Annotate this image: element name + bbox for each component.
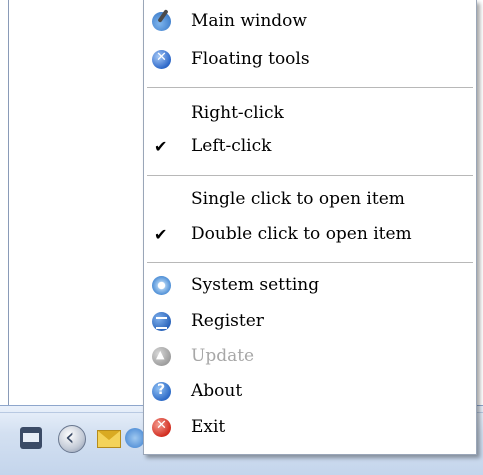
update-icon: [152, 347, 171, 366]
menu-item-left-click[interactable]: ✔ Left-click: [144, 131, 476, 161]
menu-item-label: Floating tools: [191, 49, 310, 69]
window-frame-left: [0, 0, 9, 405]
menu-item-label: System setting: [191, 275, 320, 295]
keyboard-icon[interactable]: [20, 427, 42, 449]
menu-item-register[interactable]: Register: [144, 306, 476, 336]
exit-icon: [152, 418, 171, 437]
menu-item-about[interactable]: About: [144, 376, 476, 406]
checkmark-icon: ✔: [154, 225, 168, 244]
tray-app-icon[interactable]: [125, 428, 145, 448]
floating-tools-icon: [152, 50, 171, 69]
menu-separator: [147, 87, 473, 89]
menu-item-label: Main window: [191, 11, 307, 31]
menu-item-double-click[interactable]: ✔ Double click to open item: [144, 219, 476, 249]
checkmark-icon: ✔: [154, 137, 168, 156]
register-icon: [152, 312, 171, 331]
menu-item-main-window[interactable]: Main window: [144, 6, 476, 36]
menu-item-exit[interactable]: Exit: [144, 412, 476, 442]
menu-item-label: Left-click: [191, 136, 272, 156]
menu-item-right-click[interactable]: Right-click: [144, 98, 476, 128]
menu-item-label: About: [191, 381, 243, 401]
menu-item-system-setting[interactable]: System setting: [144, 270, 476, 300]
menu-item-single-click[interactable]: Single click to open item: [144, 184, 476, 214]
menu-item-label: Single click to open item: [191, 189, 405, 209]
menu-item-label: Exit: [191, 417, 226, 437]
context-menu: Main window Floating tools Right-click ✔…: [143, 0, 477, 455]
main-window-icon: [152, 12, 171, 31]
menu-item-label: Update: [191, 346, 255, 366]
back-icon[interactable]: [58, 423, 86, 453]
menu-separator: [147, 262, 473, 264]
system-setting-icon: [152, 276, 171, 295]
menu-item-label: Right-click: [191, 103, 284, 123]
mail-icon[interactable]: [97, 430, 121, 448]
about-icon: [152, 382, 171, 401]
menu-item-label: Double click to open item: [191, 224, 412, 244]
menu-separator: [147, 175, 473, 177]
menu-item-label: Register: [191, 311, 264, 331]
menu-item-floating-tools[interactable]: Floating tools: [144, 44, 476, 74]
menu-item-update: Update: [144, 341, 476, 371]
